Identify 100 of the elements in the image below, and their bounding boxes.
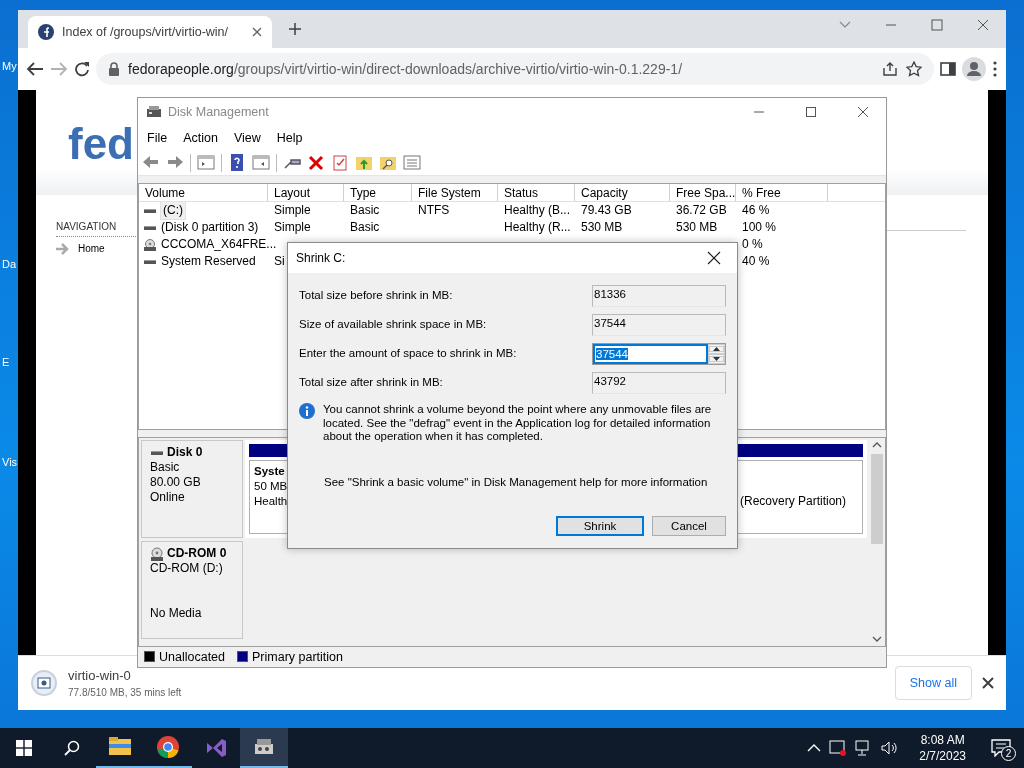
- column-header[interactable]: Type: [344, 184, 412, 201]
- readonly-field: 43792: [592, 371, 726, 394]
- drive-label[interactable]: (Disk 0 partition 3): [161, 219, 259, 236]
- home-link[interactable]: Home: [78, 241, 105, 256]
- shrink-button[interactable]: Shrink: [556, 516, 644, 536]
- browser-tab[interactable]: Index of /groups/virt/virtio-win/: [28, 16, 272, 48]
- close-icon[interactable]: [252, 27, 262, 37]
- table-cell: Si: [274, 254, 285, 268]
- column-header[interactable]: % Free: [736, 184, 828, 201]
- maximize-icon[interactable]: [805, 106, 817, 118]
- reload-icon[interactable]: [74, 61, 90, 77]
- field-label: Total size after shrink in MB:: [299, 374, 443, 390]
- column-header[interactable]: Free Spa...: [670, 184, 736, 201]
- chevron-up-icon[interactable]: [807, 743, 822, 753]
- desktop-icon-label[interactable]: Vis: [2, 454, 18, 471]
- desktop-icon-label[interactable]: My: [2, 58, 18, 75]
- table-cell: Healthy (B...: [504, 203, 571, 217]
- partition-name: Syste: [254, 464, 285, 479]
- tab-title: Index of /groups/virt/virtio-win/: [62, 23, 230, 41]
- desktop-icon-label[interactable]: Da: [2, 256, 18, 273]
- folder-up-icon[interactable]: [355, 154, 373, 171]
- disk-type: CD-ROM (D:): [150, 561, 224, 576]
- fedora-icon: [38, 24, 54, 40]
- table-cell: 40 %: [742, 254, 770, 268]
- partition-size: 50 MB: [254, 479, 288, 494]
- checklist-icon[interactable]: [331, 154, 349, 171]
- table-cell: Healthy (R...: [504, 220, 571, 234]
- close-icon[interactable]: [982, 677, 994, 689]
- help-icon[interactable]: [228, 154, 246, 171]
- notification-icon[interactable]: [991, 739, 1011, 757]
- clock[interactable]: 8:08 AM 2/7/2023: [907, 732, 978, 764]
- help-text: See "Shrink a basic volume" in Disk Management help for more information: [324, 474, 709, 490]
- new-tab-icon[interactable]: [289, 23, 301, 35]
- readonly-field: 81336: [592, 284, 726, 307]
- spin-down-icon[interactable]: [713, 356, 720, 361]
- site-logo[interactable]: fed: [68, 122, 134, 166]
- close-icon[interactable]: [707, 251, 721, 265]
- side-panel-icon[interactable]: [940, 61, 956, 77]
- profile-icon[interactable]: [962, 57, 986, 81]
- table-cell: 530 MB: [676, 220, 718, 234]
- disk-status: No Media: [150, 606, 203, 621]
- delete-icon[interactable]: [307, 154, 325, 171]
- table-cell: Simple: [274, 220, 311, 234]
- spin-field[interactable]: 37544: [592, 342, 726, 365]
- cancel-button[interactable]: Cancel: [652, 516, 726, 536]
- bookmark-star-icon[interactable]: [906, 61, 922, 77]
- lock-icon: [108, 62, 120, 76]
- legend-label: Primary partition: [252, 649, 343, 664]
- search-icon[interactable]: [64, 740, 80, 756]
- forward-icon[interactable]: [166, 154, 184, 171]
- arrow-right-icon: [56, 242, 70, 255]
- close-icon[interactable]: [857, 106, 869, 118]
- dialog-title: Shrink C:: [296, 250, 346, 267]
- folder-search-icon[interactable]: [379, 154, 397, 171]
- menu-icon[interactable]: [992, 60, 998, 78]
- table-cell: 100 %: [742, 220, 777, 234]
- back-icon[interactable]: [26, 61, 44, 77]
- drive-label[interactable]: (C:): [161, 202, 185, 219]
- chrome-icon: [156, 735, 180, 759]
- table-cell: 530 MB: [581, 220, 623, 234]
- drive-label[interactable]: System Reserved: [161, 253, 256, 270]
- table-cell: Simple: [274, 203, 311, 217]
- partition-status: Health: [254, 494, 288, 509]
- panel-icon[interactable]: [252, 154, 270, 171]
- clock-time: 8:08 AM: [919, 732, 966, 748]
- column-header[interactable]: Capacity: [575, 184, 670, 201]
- spin-up-icon[interactable]: [713, 346, 720, 351]
- info-message: You cannot shrink a volume beyond the point where any unmovable files are located. See the "defrag" event in the Application log for detailed information about the operation when it has completed.: [323, 403, 713, 444]
- cd-drive-icon: [150, 546, 164, 561]
- disc-file-icon[interactable]: [30, 669, 58, 697]
- taskbar-button[interactable]: [240, 728, 288, 768]
- column-header[interactable]: Layout: [268, 184, 344, 201]
- table-cell: 36.72 GB: [676, 203, 727, 217]
- security-alert-icon[interactable]: [829, 740, 848, 756]
- maximize-icon[interactable]: [931, 19, 943, 31]
- table-cell: Basic: [350, 220, 380, 234]
- share-icon[interactable]: [882, 61, 898, 77]
- window-title: Disk Management: [168, 103, 269, 121]
- cd-drive-icon: [143, 238, 157, 251]
- disk-size: 80.00 GB: [150, 475, 202, 490]
- infinity-logo-icon: [204, 736, 228, 760]
- show-all-button[interactable]: Show all: [894, 665, 972, 701]
- address-bar[interactable]: fedorapeople.org/groups/virt/virtio-win/direct-downloads/archive-virtio/virtio-win-0.1.229-1/: [96, 53, 934, 85]
- table-cell: NTFS: [418, 203, 450, 217]
- disk-name: CD-ROM 0: [167, 546, 227, 561]
- panel-icon[interactable]: [197, 154, 215, 171]
- menu-item[interactable]: View: [233, 128, 261, 148]
- download-details: 77.8/510 MB, 35 mins left: [68, 686, 182, 701]
- disk-name: Disk 0: [167, 445, 203, 460]
- column-header[interactable]: Status: [498, 184, 575, 201]
- menu-item[interactable]: Action: [183, 128, 218, 148]
- column-header[interactable]: File System: [412, 184, 498, 201]
- drive-label[interactable]: CCCOMA_X64FRE...: [161, 236, 277, 253]
- field-label: Size of available shrink space in MB:: [299, 316, 487, 332]
- menu-item[interactable]: Help: [276, 128, 303, 148]
- windows-start-icon[interactable]: [16, 740, 32, 756]
- desktop-icon-label[interactable]: E: [2, 354, 18, 371]
- speaker-icon[interactable]: [881, 740, 900, 756]
- menu-item[interactable]: File: [147, 128, 168, 148]
- download-file-name[interactable]: virtio-win-0: [68, 665, 182, 686]
